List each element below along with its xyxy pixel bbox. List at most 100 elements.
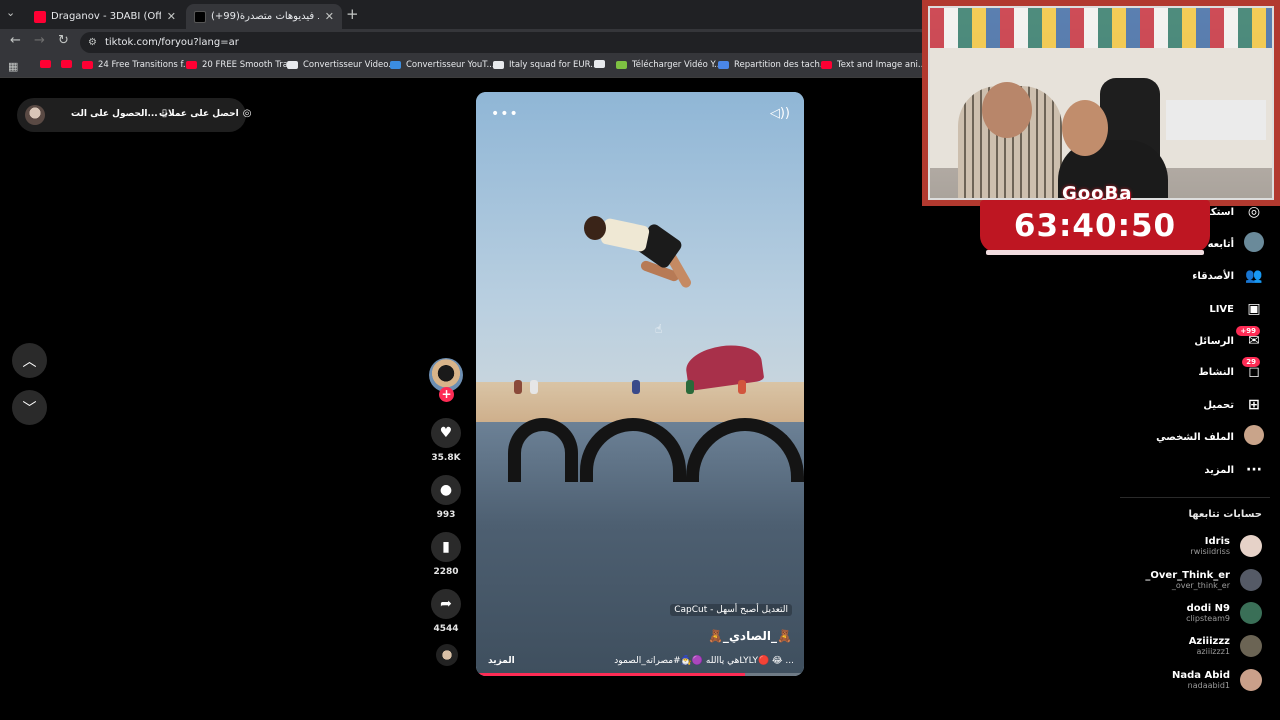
bookmark-item[interactable] (594, 60, 610, 68)
bookmark-favicon-icon (40, 60, 51, 68)
account-name: Aziiizzz (1188, 636, 1230, 647)
bookmark-item[interactable]: Convertisseur Video... (287, 60, 396, 70)
account-avatar (1240, 602, 1262, 624)
get-app-button[interactable]: الحصول على الت... ▯ (71, 108, 167, 119)
account-handle: nadaabid1 (1187, 681, 1230, 690)
bookmark-favicon-icon (186, 61, 197, 69)
sidebar-item-label: LIVE (1209, 303, 1234, 315)
following-account[interactable]: Aziiizzz aziiizzz1 (1189, 631, 1262, 661)
close-tab-icon[interactable]: ✕ (325, 10, 334, 23)
previous-video-button[interactable]: ︿ (12, 343, 47, 378)
browser-tab-active[interactable]: (+99)شاهد فيديوهات متصدرة | ✕ (186, 4, 342, 29)
sidebar-item-upload[interactable]: تحميل ⊞ (1203, 394, 1264, 416)
bookmark-item[interactable]: Repartition des tach... (718, 60, 828, 70)
caption-more-link[interactable]: المزيد (488, 656, 515, 666)
save-count: 2280 (433, 567, 459, 577)
new-tab-button[interactable]: + (346, 5, 359, 23)
heart-icon[interactable]: ♥ (431, 418, 461, 448)
sidebar-item-following[interactable]: أتابعه (1207, 232, 1264, 255)
sidebar-item-label: الأصدقاء (1192, 270, 1234, 282)
browser-tab[interactable]: Draganov - 3DABI (Official Mus ✕ (26, 4, 184, 29)
bookmark-item[interactable]: 24 Free Transitions f... (82, 60, 191, 70)
bookmark-item[interactable]: 20 FREE Smooth Tra... (186, 60, 296, 70)
save-action[interactable]: ▮ 2280 (428, 532, 464, 577)
sidebar-divider (1120, 497, 1270, 498)
account-name: _Over_Think_er (1145, 570, 1230, 581)
bookmark-item[interactable]: Télécharger Vidéo Y... (616, 60, 722, 70)
share-icon[interactable]: ➦ (431, 589, 461, 619)
bookmark-item[interactable]: Text and Image ani... (821, 60, 926, 70)
comment-count: 993 (436, 510, 456, 520)
bookmark-favicon-icon (287, 61, 298, 69)
following-account[interactable]: Nada Abid nadaabid1 (1172, 665, 1262, 695)
youtube-icon (34, 10, 46, 23)
bookmark-favicon-icon (493, 61, 504, 69)
bookmark-favicon-icon (821, 61, 832, 69)
top-actions-pill: الحصول على الت... ▯ احصل على عملات ◎ (17, 98, 251, 132)
like-count: 35.8K (431, 453, 461, 463)
music-disc-icon[interactable] (436, 644, 458, 666)
chevron-down-icon: ﹀ (22, 400, 37, 417)
get-coins-label: احصل على عملات (159, 109, 239, 119)
comment-icon[interactable]: ● (431, 475, 461, 505)
following-account[interactable]: Idris rwisiidriss (1190, 531, 1262, 561)
following-account[interactable]: dodi N9 clipsteam9 (1186, 598, 1262, 628)
close-tab-icon[interactable]: ✕ (167, 10, 176, 23)
timer-bar (986, 250, 1204, 255)
bookmark-item[interactable]: Italy squad for EUR... (493, 60, 598, 70)
apps-grid-icon[interactable]: ▦ (8, 60, 18, 73)
sidebar-item-more[interactable]: المزيد ··· (1204, 459, 1264, 481)
more-options-icon[interactable]: ••• (491, 106, 519, 122)
sidebar-item-friends[interactable]: الأصدقاء 👥 (1192, 265, 1264, 287)
bookmark-favicon-icon (718, 61, 729, 69)
tiktok-icon (194, 10, 206, 23)
follow-button[interactable]: + (439, 387, 454, 402)
bookmark-label: Convertisseur Video... (303, 60, 397, 70)
volume-icon[interactable]: ◁)) (770, 106, 790, 121)
get-app-label: الحصول على الت... (71, 109, 158, 119)
beach-person (514, 380, 522, 394)
account-avatar (1240, 569, 1262, 591)
friends-icon: 👥 (1245, 268, 1263, 284)
reload-button[interactable]: ↻ (58, 33, 69, 48)
bookmark-icon[interactable]: ▮ (431, 532, 461, 562)
notification-badge: +99 (1236, 326, 1260, 336)
forward-button[interactable]: → (34, 33, 45, 48)
sidebar-item-label: المزيد (1204, 464, 1234, 476)
like-action[interactable]: ♥ 35.8K (428, 418, 464, 463)
capcut-label[interactable]: CapCut - التعديل أصبح أسهل (670, 604, 792, 616)
account-handle: _over_think_er (1171, 581, 1230, 590)
sidebar-item-live[interactable]: LIVE ▣ (1209, 298, 1264, 320)
comment-action[interactable]: ● 993 (428, 475, 464, 520)
account-handle: rwisiidriss (1190, 547, 1230, 556)
video-player[interactable]: ••• ◁)) CapCut - التعديل أصبح أسهل 🧸_الص… (476, 92, 804, 676)
following-account[interactable]: _Over_Think_er _over_think_er (1145, 565, 1262, 595)
share-action[interactable]: ➦ 4544 (428, 589, 464, 634)
beach-person (686, 380, 694, 394)
tab-title: Draganov - 3DABI (Official Mus (51, 11, 161, 22)
next-video-button[interactable]: ﹀ (12, 390, 47, 425)
upload-icon: ⊞ (1248, 397, 1260, 413)
site-info-icon[interactable]: ⚙ (88, 37, 97, 48)
sidebar-item-profile[interactable]: الملف الشخصي (1156, 425, 1264, 448)
bookmark-item[interactable] (61, 60, 77, 68)
jumping-person (582, 212, 702, 324)
bookmark-item[interactable] (40, 60, 56, 68)
get-coins-button[interactable]: احصل على عملات ◎ (159, 108, 251, 119)
share-count: 4544 (433, 624, 459, 634)
back-button[interactable]: ← (10, 33, 21, 48)
compass-icon: ◎ (1247, 204, 1261, 220)
bookmark-item[interactable]: Convertisseur YouT... (390, 60, 495, 70)
sidebar-item-label: أتابعه (1207, 238, 1234, 250)
bookmark-label: 24 Free Transitions f... (98, 60, 191, 70)
bookmark-favicon-icon (82, 61, 93, 69)
beach-person (530, 380, 538, 394)
bookmark-favicon-icon (61, 60, 72, 68)
user-avatar[interactable] (25, 105, 45, 125)
video-progress-fill (476, 673, 745, 676)
video-progress-bar[interactable] (476, 673, 804, 676)
address-bar[interactable]: ⚙ tiktok.com/foryou?lang=ar (80, 32, 930, 53)
tab-search-icon[interactable]: ⌄ (6, 6, 15, 19)
author-name[interactable]: 🧸_الصادي_🧸 (708, 629, 792, 643)
notification-badge: 29 (1242, 357, 1260, 367)
